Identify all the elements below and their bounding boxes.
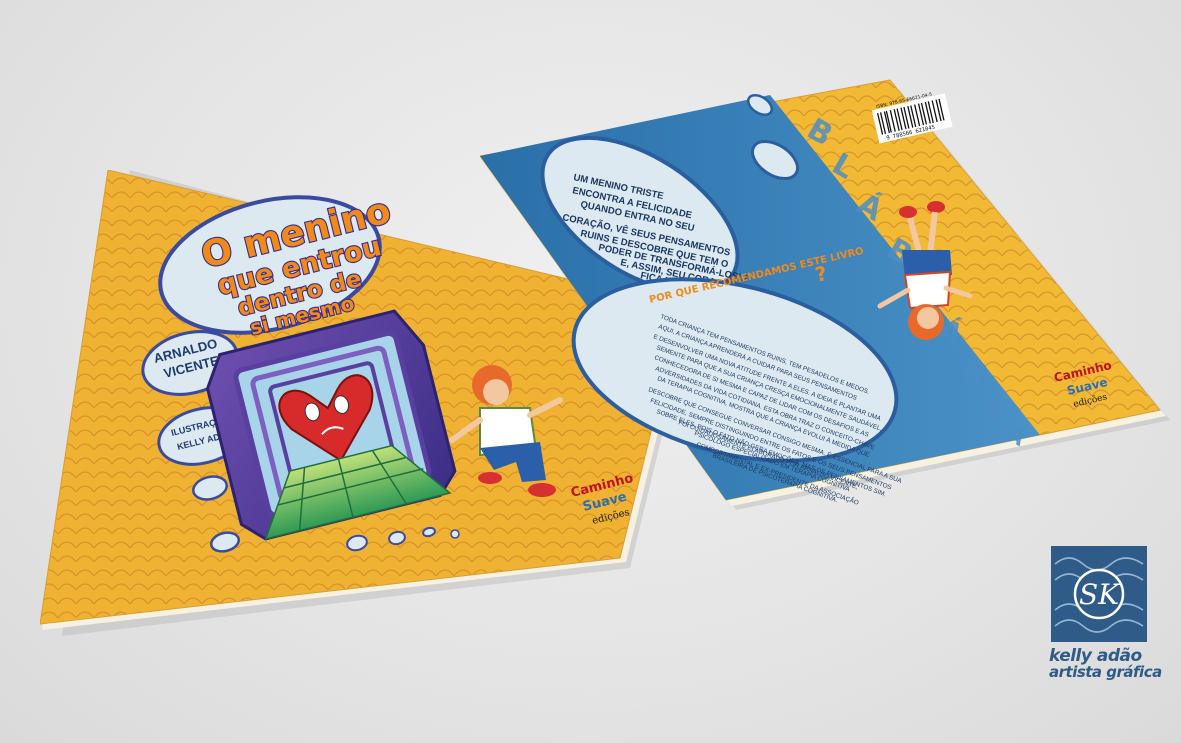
back-cover: B L Á B L Á B L Á UM MENINO TRISTE ENCON… xyxy=(480,79,1170,510)
logo-monogram: SK xyxy=(1079,578,1121,611)
logo-subtitle: artista gráfica xyxy=(1049,663,1162,681)
mockup-scene: O menino que entrou dentro de si mesmo A… xyxy=(0,0,1181,743)
